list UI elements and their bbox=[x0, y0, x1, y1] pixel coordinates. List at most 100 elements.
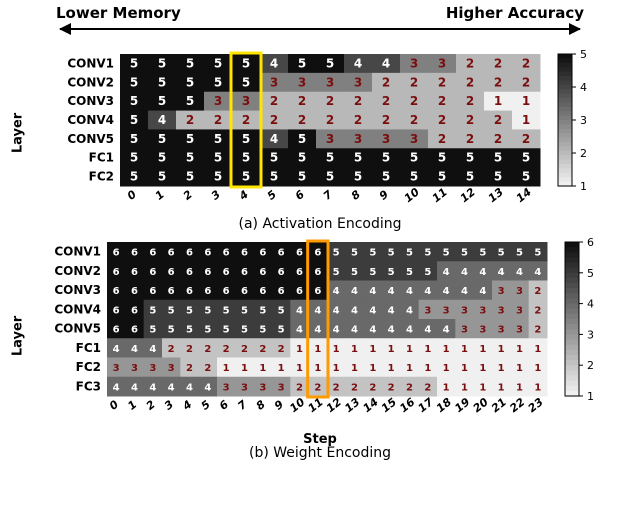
cell-value: 5 bbox=[204, 325, 211, 336]
cell-value: 6 bbox=[296, 248, 303, 259]
cell-value: 1 bbox=[498, 382, 505, 393]
cell-value: 4 bbox=[113, 382, 120, 393]
cell-value: 2 bbox=[354, 113, 362, 127]
cell-value: 6 bbox=[241, 248, 248, 259]
cell-value: 6 bbox=[259, 267, 266, 278]
cell-value: 6 bbox=[131, 325, 138, 336]
cell-value: 6 bbox=[296, 267, 303, 278]
heatmap-b: Layer 6666666666665555555555556666666666… bbox=[10, 236, 630, 436]
cell-value: 1 bbox=[498, 344, 505, 355]
cell-value: 2 bbox=[270, 94, 278, 108]
cell-value: 4 bbox=[406, 286, 413, 297]
cell-value: 2 bbox=[186, 113, 194, 127]
cell-value: 1 bbox=[388, 344, 395, 355]
xtick-label: 21 bbox=[489, 395, 509, 415]
xtick-label: 9 bbox=[377, 188, 391, 203]
cell-value: 4 bbox=[204, 382, 211, 393]
xtick-label: 19 bbox=[452, 395, 472, 415]
xtick-label: 22 bbox=[507, 395, 527, 415]
xtick-label: 6 bbox=[217, 398, 231, 413]
xtick-label: 2 bbox=[181, 188, 195, 203]
cell-value: 2 bbox=[424, 382, 431, 393]
cell-value: 5 bbox=[424, 248, 431, 259]
cell-value: 2 bbox=[326, 113, 334, 127]
cell-value: 5 bbox=[388, 267, 395, 278]
cell-value: 2 bbox=[466, 132, 474, 146]
cell-value: 2 bbox=[438, 94, 446, 108]
cell-value: 5 bbox=[298, 170, 306, 184]
cell-value: 1 bbox=[369, 344, 376, 355]
cell-value: 1 bbox=[534, 363, 541, 374]
cell-value: 1 bbox=[296, 344, 303, 355]
cell-value: 1 bbox=[534, 382, 541, 393]
cell-value: 2 bbox=[298, 113, 306, 127]
cell-value: 5 bbox=[259, 325, 266, 336]
cell-value: 4 bbox=[516, 267, 523, 278]
cell-value: 2 bbox=[298, 94, 306, 108]
cell-value: 3 bbox=[278, 382, 285, 393]
cell-value: 1 bbox=[443, 363, 450, 374]
cell-value: 1 bbox=[314, 363, 321, 374]
cell-value: 5 bbox=[158, 75, 166, 89]
cell-value: 4 bbox=[333, 286, 340, 297]
cell-value: 4 bbox=[270, 56, 278, 70]
ytick-label: FC3 bbox=[76, 379, 101, 393]
top-label-row: Lower Memory Higher Accuracy bbox=[56, 4, 584, 28]
cell-value: 5 bbox=[149, 305, 156, 316]
cell-value: 1 bbox=[516, 382, 523, 393]
cell-value: 2 bbox=[186, 344, 193, 355]
cell-value: 5 bbox=[516, 248, 523, 259]
cell-value: 5 bbox=[326, 170, 334, 184]
cell-value: 4 bbox=[406, 325, 413, 336]
cell-value: 2 bbox=[522, 56, 530, 70]
ytick-label: CONV3 bbox=[67, 94, 114, 108]
cell-value: 5 bbox=[241, 305, 248, 316]
xtick-label: 17 bbox=[416, 395, 436, 415]
cell-value: 5 bbox=[406, 267, 413, 278]
heatmap-a-svg: 5555545544332225555533332222225553322222… bbox=[15, 48, 625, 218]
cell-value: 6 bbox=[131, 248, 138, 259]
cell-value: 4 bbox=[388, 325, 395, 336]
cell-value: 6 bbox=[241, 286, 248, 297]
cell-value: 2 bbox=[534, 286, 541, 297]
xtick-label: 0 bbox=[125, 188, 139, 203]
xtick-label: 7 bbox=[321, 188, 335, 203]
ylabel-b: Layer bbox=[11, 316, 26, 356]
cell-value: 5 bbox=[241, 325, 248, 336]
cell-value: 3 bbox=[424, 305, 431, 316]
ylabel-a: Layer bbox=[11, 113, 26, 153]
cell-value: 6 bbox=[314, 267, 321, 278]
cell-value: 4 bbox=[424, 325, 431, 336]
cell-value: 4 bbox=[158, 113, 166, 127]
cell-value: 3 bbox=[479, 325, 486, 336]
cell-value: 5 bbox=[186, 75, 194, 89]
cell-value: 2 bbox=[204, 363, 211, 374]
heatmap-a: Layer 5555545544332225555533332222225553… bbox=[10, 48, 630, 218]
cell-value: 1 bbox=[522, 94, 530, 108]
cell-value: 5 bbox=[130, 151, 138, 165]
cell-value: 1 bbox=[461, 382, 468, 393]
cell-value: 3 bbox=[270, 75, 278, 89]
cell-value: 5 bbox=[298, 151, 306, 165]
cell-value: 3 bbox=[410, 56, 418, 70]
cell-value: 2 bbox=[534, 305, 541, 316]
cell-value: 3 bbox=[498, 305, 505, 316]
cell-value: 5 bbox=[158, 132, 166, 146]
cell-value: 5 bbox=[186, 305, 193, 316]
cell-value: 1 bbox=[351, 363, 358, 374]
cell-value: 5 bbox=[461, 248, 468, 259]
cell-value: 3 bbox=[168, 363, 175, 374]
cell-value: 3 bbox=[223, 382, 230, 393]
cell-value: 2 bbox=[534, 325, 541, 336]
ytick-label: FC2 bbox=[76, 360, 101, 374]
cell-value: 3 bbox=[326, 75, 334, 89]
cell-value: 4 bbox=[270, 132, 278, 146]
xtick-label: 18 bbox=[434, 395, 454, 415]
cell-value: 2 bbox=[494, 75, 502, 89]
ytick-label: CONV2 bbox=[54, 264, 101, 278]
cell-value: 3 bbox=[242, 94, 250, 108]
cell-value: 2 bbox=[186, 363, 193, 374]
cell-value: 6 bbox=[241, 267, 248, 278]
cell-value: 5 bbox=[214, 170, 222, 184]
cell-value: 6 bbox=[278, 248, 285, 259]
